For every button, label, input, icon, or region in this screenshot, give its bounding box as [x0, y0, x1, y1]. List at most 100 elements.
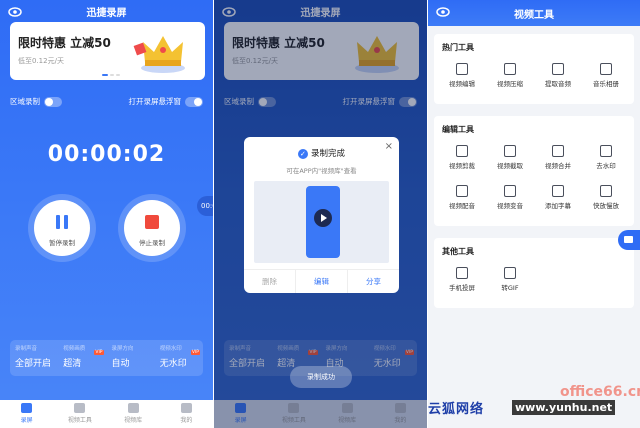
tab-video-tools[interactable]: 视频工具 — [53, 400, 106, 428]
toolbox-tab-icon — [74, 403, 86, 413]
vip-badge: VIP — [94, 350, 104, 355]
tool-extract-audio[interactable]: 提取音频 — [534, 59, 582, 99]
play-icon[interactable] — [314, 209, 332, 227]
tool-label: 音乐相册 — [593, 80, 619, 88]
record-tab-icon — [21, 403, 33, 413]
share-button[interactable]: 分享 — [348, 270, 399, 293]
watermark-site: 云狐网络 — [428, 402, 485, 417]
toggle-row: 区域录制 打开录屏悬浮窗 — [10, 96, 203, 107]
record-complete-dialog: ✓ 录制完成 × 可在APP内"视频库"查看 删除 编辑 分享 — [244, 137, 399, 293]
record-complete-screen: 迅捷录屏 限时特惠 立减50 低至0.12元/天 区域录制 打开录屏悬浮窗 录制… — [214, 0, 427, 428]
tool-video-compress[interactable]: 视频压缩 — [486, 59, 534, 99]
record-screen: 迅捷录屏 限时特惠 立减50 低至0.12元/天 区域录制 打开录屏悬浮窗 00… — [0, 0, 213, 428]
video-tools-screen: 视频工具 热门工具 视频编辑 视频压缩 提取音频 音乐相册 编辑工具 视频剪裁 … — [428, 0, 640, 428]
tab-mine[interactable]: 我的 — [160, 400, 213, 428]
tool-label: 视频截取 — [497, 162, 523, 170]
tool-crop[interactable]: 视频剪裁 — [438, 141, 486, 181]
tab-video-library[interactable]: 视频库 — [107, 400, 160, 428]
tool-label: 添加字幕 — [545, 202, 571, 210]
tool-label: 视频压缩 — [497, 80, 523, 88]
tool-trim[interactable]: 视频截取 — [486, 141, 534, 181]
setting-quality[interactable]: 视频画质 超清 VIP — [58, 340, 106, 376]
edit-icon — [456, 63, 468, 75]
app-title: 迅捷录屏 — [86, 7, 127, 19]
tool-label: 视频编辑 — [449, 80, 475, 88]
app-logo-icon — [8, 7, 22, 17]
setting-audio[interactable]: 录制声音 全部开启 — [10, 340, 58, 376]
close-icon[interactable]: × — [385, 141, 393, 152]
setting-value: 超清 — [63, 359, 82, 369]
tool-label: 去水印 — [596, 162, 616, 170]
edit-button[interactable]: 编辑 — [296, 270, 348, 293]
region-record-label: 区域录制 — [10, 97, 40, 106]
tool-remove-watermark[interactable]: 去水印 — [582, 141, 630, 181]
banner-subtitle: 低至0.12元/天 — [18, 57, 64, 65]
setting-value: 自动 — [111, 359, 130, 369]
tab-label: 视频库 — [124, 417, 143, 424]
speed-icon — [600, 185, 612, 197]
trim-icon — [504, 145, 516, 157]
tool-label: 快放慢放 — [593, 202, 619, 210]
setting-value: 全部开启 — [15, 359, 52, 369]
video-preview[interactable] — [254, 181, 389, 263]
setting-value: 无水印 — [159, 359, 187, 369]
header: 视频工具 — [428, 0, 640, 26]
float-window-label: 打开录屏悬浮窗 — [128, 97, 182, 106]
library-tab-icon — [127, 403, 139, 413]
crop-icon — [456, 145, 468, 157]
check-icon: ✓ — [297, 148, 308, 159]
floating-camera-icon[interactable] — [618, 230, 640, 250]
watermark-url: www.yunhu.net — [512, 400, 616, 415]
stop-button[interactable]: 停止录制 — [124, 200, 180, 256]
tool-label: 视频配音 — [449, 202, 475, 210]
success-toast: 录制成功 — [290, 366, 352, 388]
edit-tools-section: 编辑工具 视频剪裁 视频截取 视频合并 去水印 视频配音 视频变音 添加字幕 快… — [434, 116, 634, 226]
setting-key: 录制声音 — [15, 346, 38, 352]
tool-to-gif[interactable]: 转GIF — [486, 263, 534, 303]
sliders-icon — [456, 185, 468, 197]
page-title: 视频工具 — [514, 9, 554, 21]
dialog-title-text: 录制完成 — [310, 149, 345, 159]
tool-video-edit[interactable]: 视频编辑 — [438, 59, 486, 99]
section-title: 其他工具 — [442, 247, 474, 256]
tool-label: 手机投屏 — [449, 284, 475, 292]
tool-music-album[interactable]: 音乐相册 — [582, 59, 630, 99]
float-toggle-switch[interactable] — [185, 97, 203, 107]
tool-speed[interactable]: 快放慢放 — [582, 181, 630, 221]
hot-tools-section: 热门工具 视频编辑 视频压缩 提取音频 音乐相册 — [434, 34, 634, 104]
music-icon — [552, 63, 564, 75]
tab-label: 我的 — [180, 417, 193, 424]
tool-subtitle[interactable]: 添加字幕 — [534, 181, 582, 221]
dialog-subtitle: 可在APP内"视频库"查看 — [286, 167, 357, 175]
compress-icon — [504, 63, 516, 75]
settings-bar: 录制声音 全部开启 视频画质 超清 VIP 录屏方向 自动 视频水印 无水印 VIP — [10, 340, 203, 376]
tool-label: 视频变音 — [497, 202, 523, 210]
other-tools-section: 其他工具 手机投屏 转GIF — [434, 238, 634, 308]
tool-label: 转GIF — [501, 284, 519, 292]
album-icon — [600, 63, 612, 75]
tool-dubbing[interactable]: 视频配音 — [438, 181, 486, 221]
tab-record[interactable]: 录屏 — [0, 400, 53, 428]
promo-banner[interactable]: 限时特惠 立减50 低至0.12元/天 — [10, 22, 205, 80]
tool-merge[interactable]: 视频合并 — [534, 141, 582, 181]
dialog-title: ✓ 录制完成 — [244, 147, 399, 159]
float-window-toggle[interactable]: 打开录屏悬浮窗 — [128, 96, 203, 107]
dialog-actions: 删除 编辑 分享 — [244, 269, 399, 293]
vip-badge: VIP — [190, 350, 200, 355]
tool-voice-change[interactable]: 视频变音 — [486, 181, 534, 221]
header: 迅捷录屏 — [0, 0, 213, 22]
tool-screen-cast[interactable]: 手机投屏 — [438, 263, 486, 303]
region-record-toggle[interactable]: 区域录制 — [10, 96, 62, 107]
delete-button[interactable]: 删除 — [244, 270, 296, 293]
region-toggle-switch[interactable] — [44, 97, 62, 107]
floating-timer-ball[interactable]: 00:02 — [197, 196, 213, 216]
watermark-brand: office66.cn — [560, 384, 640, 400]
setting-watermark[interactable]: 视频水印 无水印 VIP — [155, 340, 203, 376]
camera-icon — [600, 145, 612, 157]
subtitle-icon — [552, 185, 564, 197]
section-title: 编辑工具 — [442, 125, 474, 134]
record-timer: 00:00:02 — [47, 142, 166, 167]
crown-icon — [133, 36, 185, 73]
setting-orientation[interactable]: 录屏方向 自动 — [107, 340, 155, 376]
pause-button[interactable]: 暂停录制 — [34, 200, 90, 256]
